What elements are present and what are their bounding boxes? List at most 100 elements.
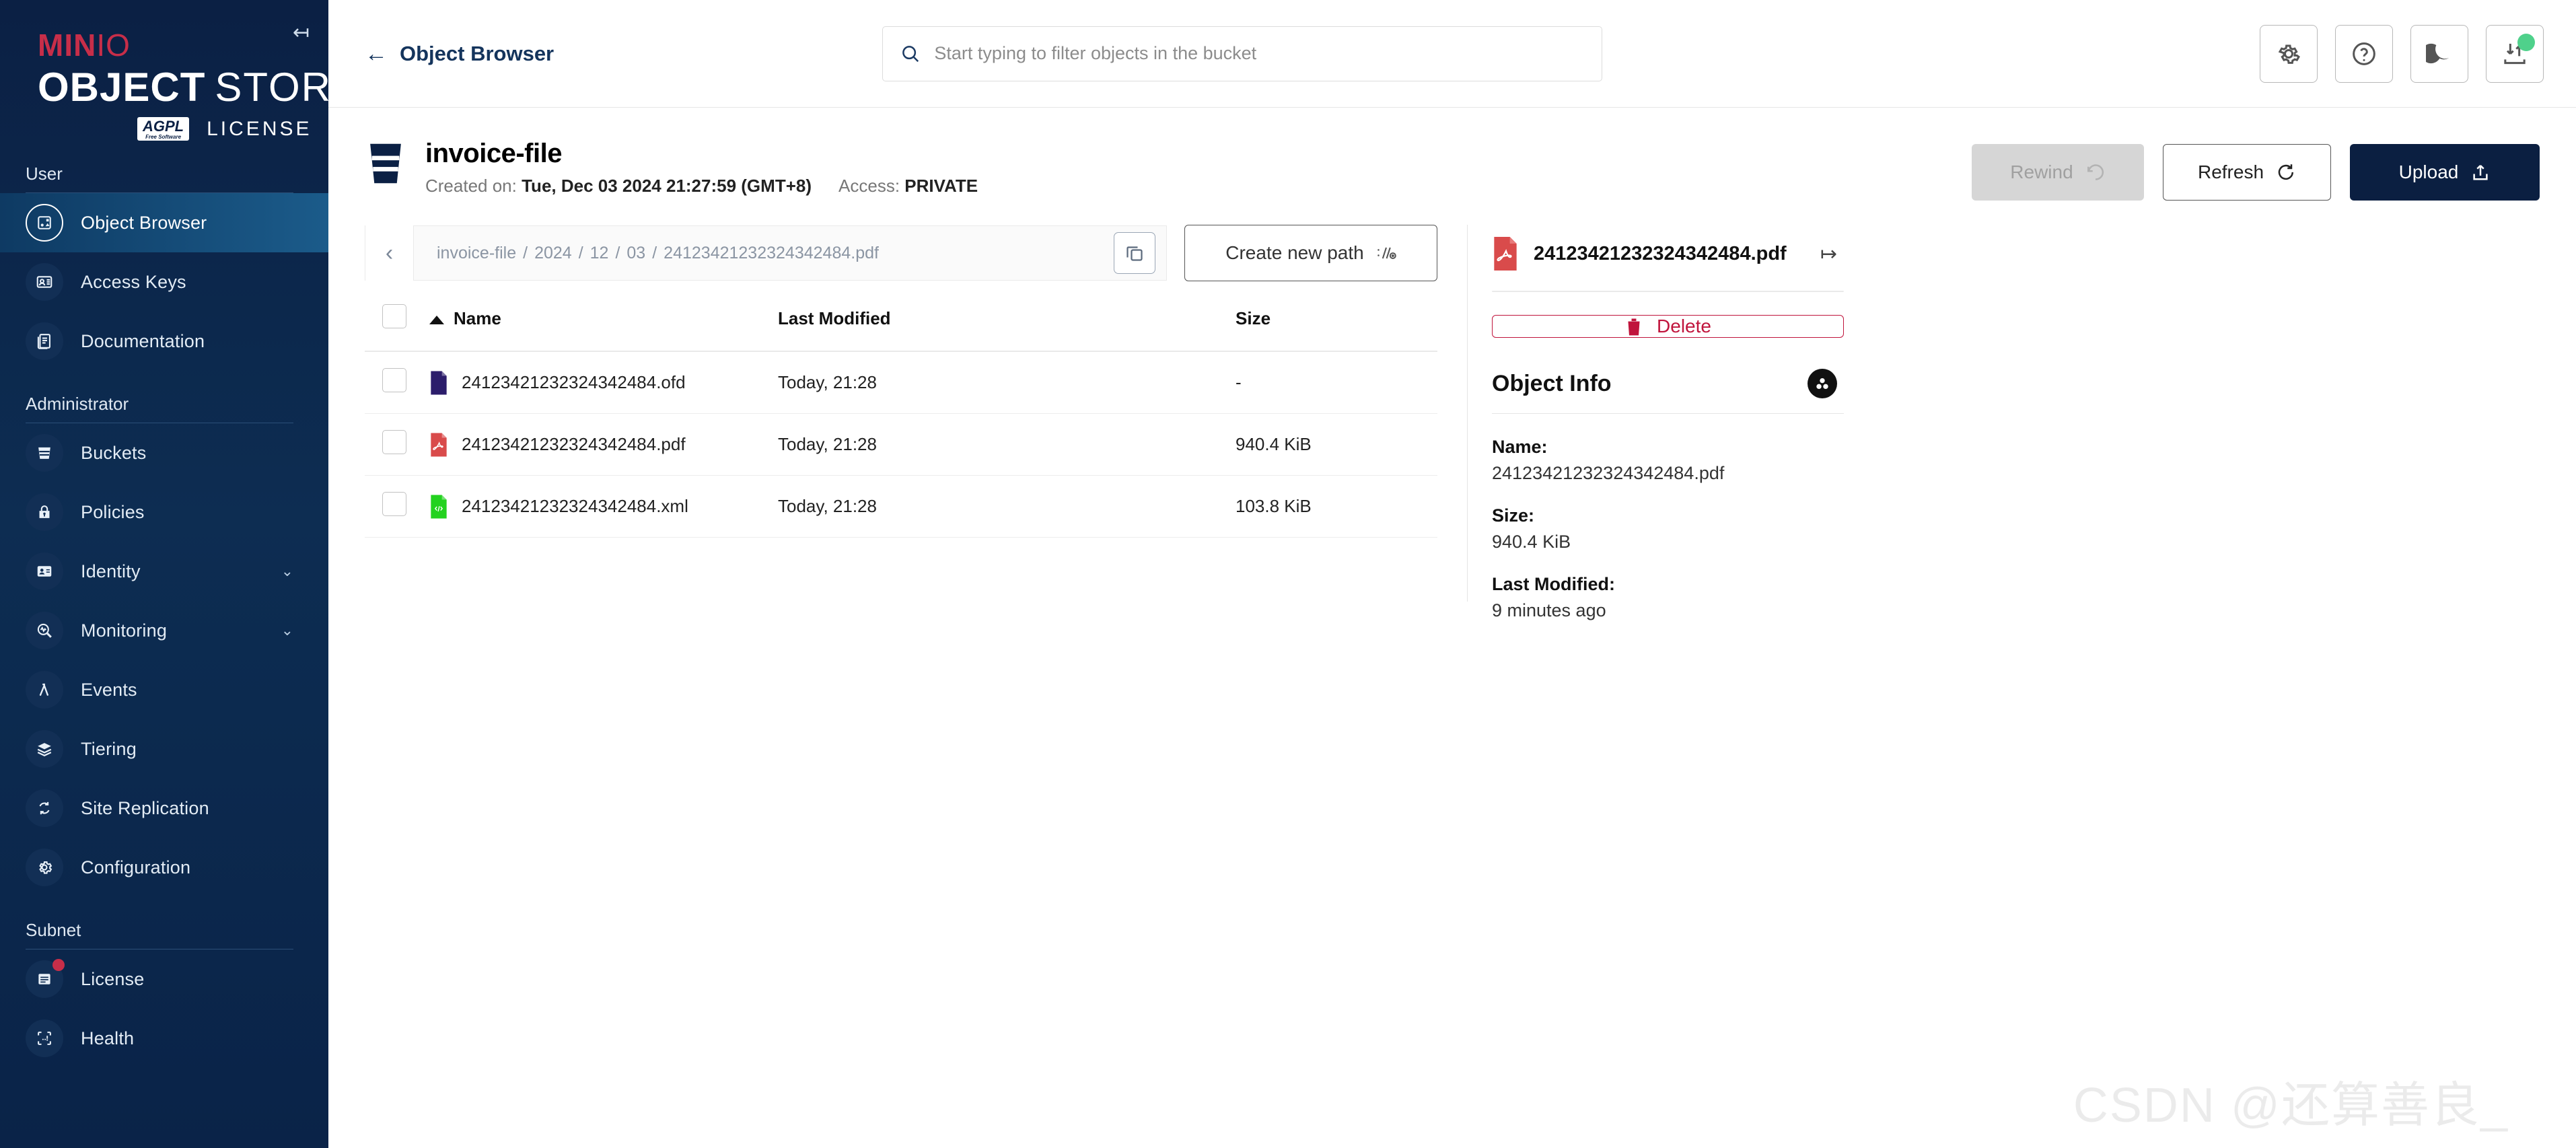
row-name-cell[interactable]: 24123421232324342484.ofd — [429, 351, 778, 414]
lock-icon — [26, 493, 63, 531]
page-title-label: Object Browser — [400, 41, 554, 65]
breadcrumb-segment[interactable]: invoice-file — [437, 244, 516, 262]
row-name-cell[interactable]: 24123421232324342484.pdf — [429, 413, 778, 476]
sidebar-item-tiering[interactable]: Tiering — [0, 719, 328, 779]
breadcrumb[interactable]: invoice-file / 2024 / 12 / 03 / 2412342123232434… — [414, 244, 1114, 263]
bucket-name: invoice-file — [425, 139, 562, 168]
breadcrumb-separator: / — [523, 243, 528, 262]
help-button[interactable] — [2334, 24, 2393, 83]
sidebar-item-documentation[interactable]: Documentation — [0, 312, 328, 371]
sidebar-item-identity[interactable]: Identity ⌄ — [0, 542, 328, 601]
upload-label: Upload — [2398, 162, 2459, 182]
row-name-cell[interactable]: 24123421232324342484.xml — [429, 475, 778, 538]
sidebar-section-title: Administrator — [26, 394, 129, 414]
sidebar-item-label: Identity — [81, 561, 141, 581]
table-row[interactable]: 24123421232324342484.xml Today, 21:28 103.… — [365, 475, 1437, 538]
search-input[interactable] — [934, 43, 1585, 64]
breadcrumb-segment[interactable]: 2024 — [534, 244, 572, 262]
object-info-key: Size: — [1492, 505, 1535, 526]
agpl-sub-text: Free Software — [145, 134, 182, 140]
rewind-button[interactable]: Rewind — [1972, 144, 2144, 201]
settings-button[interactable] — [2259, 24, 2318, 83]
sidebar-item-license[interactable]: License — [0, 949, 328, 1009]
column-header-name[interactable]: Name — [429, 287, 778, 352]
row-checkbox[interactable] — [382, 368, 406, 392]
breadcrumb-segment[interactable]: 12 — [590, 244, 609, 262]
transfers-button[interactable] — [2485, 24, 2544, 83]
sidebar-item-site-replication[interactable]: Site Replication — [0, 779, 328, 838]
documentation-icon — [26, 322, 63, 360]
actions-title: Actions: — [1493, 291, 1843, 292]
sidebar-item-label: Events — [81, 679, 137, 700]
sidebar-item-label: Buckets — [81, 442, 147, 463]
dark-mode-button[interactable] — [2410, 24, 2468, 83]
trash-icon — [1628, 318, 1640, 336]
row-checkbox[interactable] — [382, 492, 406, 516]
breadcrumb-segment[interactable]: 03 — [627, 244, 645, 262]
sidebar-item-access-keys[interactable]: Access Keys — [0, 252, 328, 312]
health-icon — [26, 1019, 63, 1057]
layers-icon — [26, 730, 63, 768]
monitoring-icon — [26, 612, 63, 649]
table-row[interactable]: 24123421232324342484.ofd Today, 21:28- — [365, 351, 1437, 414]
chevron-down-icon[interactable]: ⌄ — [281, 622, 293, 639]
gear-icon — [2278, 44, 2300, 64]
row-checkbox[interactable] — [382, 430, 406, 454]
replication-icon — [26, 789, 63, 827]
sidebar-item-events[interactable]: Events — [0, 660, 328, 719]
upload-icon — [2473, 165, 2488, 180]
identity-card-icon — [26, 552, 63, 590]
breadcrumb-segment[interactable]: 24123421232324342484.pdf — [664, 244, 879, 262]
delete-button[interactable]: Delete — [1492, 315, 1844, 338]
page-title[interactable]: ← Object Browser — [365, 42, 554, 66]
license-icon — [26, 959, 65, 998]
back-arrow-icon[interactable]: ← — [365, 42, 388, 65]
new-path-icon — [1377, 247, 1396, 260]
sidebar-item-label: Tiering — [81, 738, 137, 759]
lambda-icon — [26, 671, 63, 709]
transfers-badge — [2517, 33, 2535, 51]
file-name-link[interactable]: 24123421232324342484.ofd — [429, 371, 778, 395]
row-select-cell — [365, 351, 429, 414]
sidebar-item-object-browser[interactable]: Object Browser — [0, 193, 328, 252]
object-info-title: Object Info — [1492, 370, 1612, 396]
minio-min-text: MIN — [38, 28, 97, 63]
row-size-cell: 103.8 KiB — [1236, 475, 1437, 538]
select-all-checkbox[interactable] — [382, 304, 406, 328]
chevron-down-icon[interactable]: ⌄ — [281, 563, 293, 580]
refresh-button[interactable]: Refresh — [2163, 144, 2331, 201]
sidebar-item-policies[interactable]: Policies — [0, 482, 328, 542]
sidebar: MIN IO OBJECT STORE AGPL Free Software L… — [0, 0, 328, 1148]
topbar-actions — [2259, 24, 2544, 83]
sidebar-item-health[interactable]: Health — [0, 1009, 328, 1068]
path-back-button[interactable]: ‹ — [365, 225, 414, 281]
breadcrumb-separator: / — [652, 243, 657, 262]
sidebar-item-buckets[interactable]: Buckets — [0, 423, 328, 482]
xml-file-icon — [431, 495, 447, 518]
object-info-badge-icon[interactable] — [1808, 369, 1837, 398]
table-row[interactable]: 24123421232324342484.pdf Today, 21:28 940.… — [365, 413, 1437, 476]
copy-path-button[interactable] — [1114, 232, 1155, 274]
create-new-path-button[interactable]: Create new path — [1184, 225, 1437, 281]
panel-header: 24123421232324342484.pdf ↦ — [1492, 237, 1844, 271]
sidebar-item-configuration[interactable]: Configuration — [0, 838, 328, 897]
file-name-link[interactable]: 24123421232324342484.xml — [429, 495, 778, 519]
column-header-modified[interactable]: Last Modified — [778, 287, 1236, 352]
file-name-link[interactable]: 24123421232324342484.pdf — [429, 433, 778, 457]
sidebar-item-monitoring[interactable]: Monitoring ⌄ — [0, 601, 328, 660]
agpl-badge: AGPL Free Software — [137, 117, 190, 141]
upload-button[interactable]: Upload — [2350, 144, 2540, 201]
search-box[interactable] — [882, 26, 1603, 81]
object-detail-panel: 24123421232324342484.pdf ↦ Actions: Down… — [1467, 225, 1844, 620]
sidebar-item-label: Health — [81, 1028, 135, 1048]
column-header-size[interactable]: Size — [1236, 287, 1437, 352]
panel-file-name: 24123421232324342484.pdf — [1534, 242, 1787, 264]
column-name-label: Name — [454, 308, 501, 328]
select-all-header — [365, 287, 429, 352]
sidebar-item-label: License — [81, 968, 145, 989]
close-panel-icon[interactable]: ↦ — [1816, 242, 1837, 266]
collapse-sidebar-icon[interactable]: ↤ — [293, 23, 310, 43]
breadcrumb-separator: / — [615, 243, 620, 262]
created-label: Created on: — [425, 176, 517, 196]
bucket-header: invoice-file Created on: Tue, Dec 03 202… — [365, 137, 2540, 225]
